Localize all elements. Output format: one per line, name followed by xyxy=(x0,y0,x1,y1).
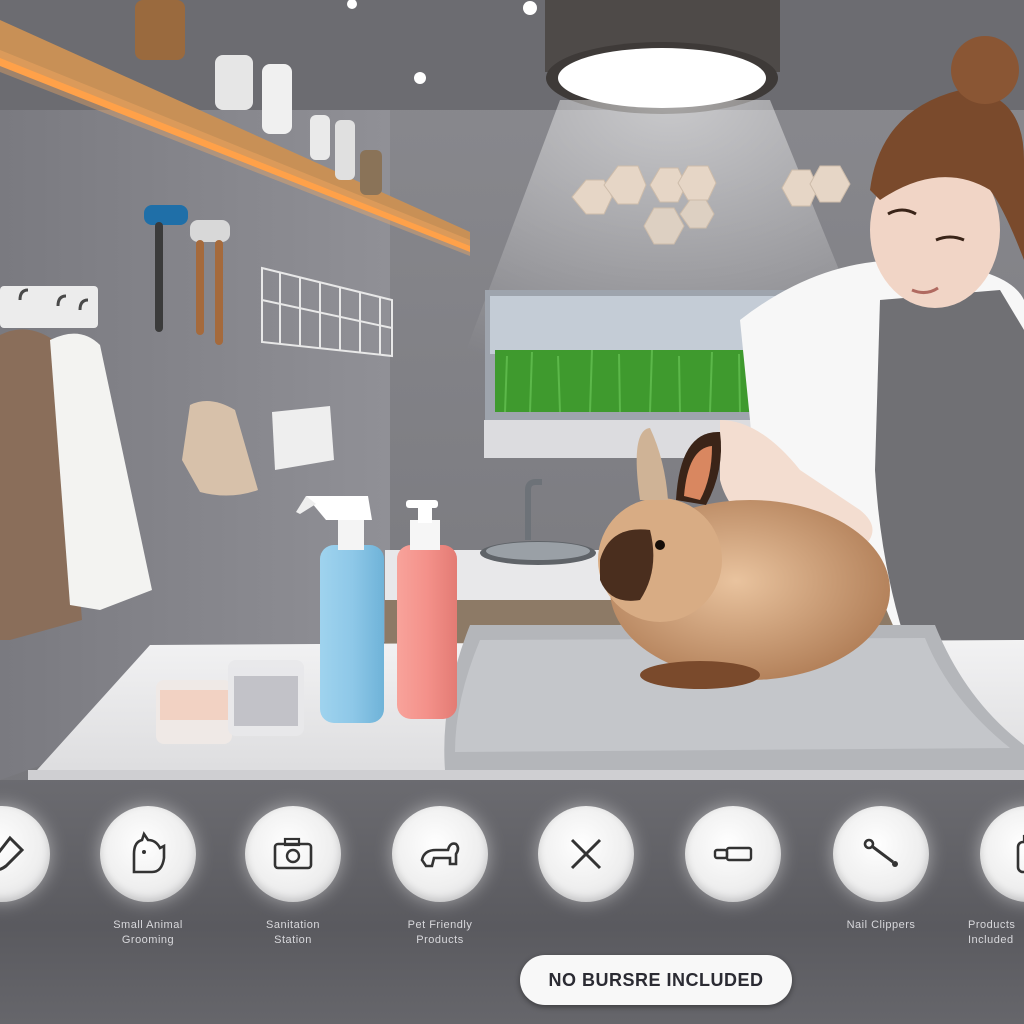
icon-label-nail-clippers: Nail Clippers xyxy=(846,919,916,931)
comb-icon[interactable] xyxy=(685,806,781,902)
icon-label-pet-friendly: Pet Friendly Products xyxy=(407,919,473,946)
scissors-icon-glyph xyxy=(570,838,602,870)
nail-clipper-icon-glyph xyxy=(863,838,898,867)
icon-label-small-animal: Small Animal Grooming xyxy=(113,919,183,946)
page: Small Animal Grooming Sanitation Station P… xyxy=(0,0,1024,1024)
camera-icon[interactable] xyxy=(245,806,341,902)
comb-icon-glyph xyxy=(713,846,753,862)
dog-icon xyxy=(420,842,460,868)
brush-icon-glyph xyxy=(0,835,25,871)
icon-label-sanitation: Sanitation Station xyxy=(266,919,320,946)
nail-clipper-icon[interactable] xyxy=(833,806,929,902)
scissors-icon[interactable] xyxy=(538,806,634,902)
icon-label-products: Products Included xyxy=(968,919,1016,946)
bottle-icon-glyph xyxy=(1016,834,1024,874)
grooming-scene-illustration xyxy=(0,0,1024,790)
pet-icon[interactable] xyxy=(392,806,488,902)
small-animal-icon[interactable] xyxy=(100,806,196,902)
camera-icon-glyph xyxy=(273,837,313,870)
no-brushes-included-badge[interactable]: NO BURSRE INCLUDED xyxy=(520,955,792,1005)
rabbit-icon xyxy=(132,831,166,874)
no-brushes-included-label: NO BURSRE INCLUDED xyxy=(548,969,764,990)
